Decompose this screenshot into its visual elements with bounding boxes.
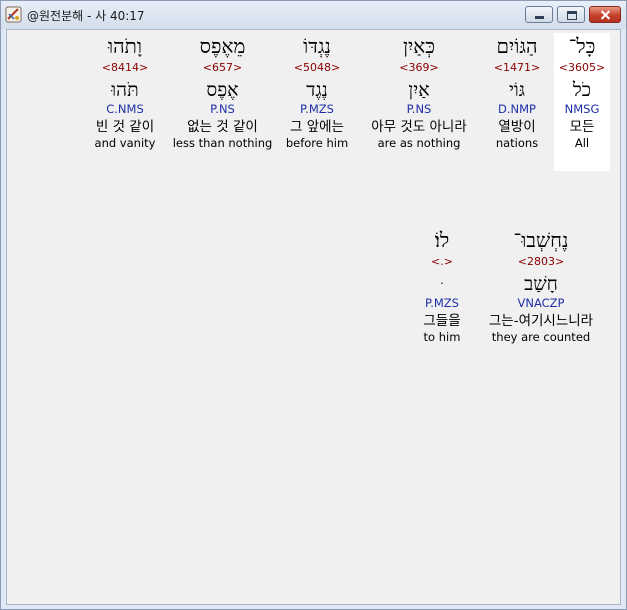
close-button[interactable] xyxy=(589,6,621,23)
word-cell[interactable]: נֶגְדּוֹ <5048> נֶגֶד P.MZS 그 앞에는 before… xyxy=(277,33,357,150)
parsing-code: D.NMP xyxy=(498,102,536,116)
hebrew-word: כָּל־ xyxy=(568,34,596,58)
hebrew-word: לוֹ׃ xyxy=(434,228,450,252)
english-gloss: less than nothing xyxy=(172,136,273,150)
korean-gloss: 없는 것 같이 xyxy=(187,119,258,135)
word-cell[interactable]: כָּל־ <3605> כֹל NMSG 모든 All xyxy=(554,33,610,171)
lemma: אַיִן xyxy=(408,79,430,101)
english-gloss: All xyxy=(574,136,590,150)
lemma: ּ xyxy=(415,272,469,296)
parsing-code: P.MZS xyxy=(300,102,334,116)
lemma: אֶפֶס xyxy=(206,79,239,101)
hebrew-word: מֵאֶפֶס xyxy=(199,34,246,58)
minimize-button[interactable] xyxy=(525,6,553,23)
parsing-code: NMSG xyxy=(564,102,600,116)
parsing-code: P.NS xyxy=(406,102,432,116)
parsing-code: VNACZP xyxy=(517,296,565,310)
korean-gloss: 그들을 xyxy=(423,313,461,329)
word-cell[interactable]: לוֹ׃ <.> ּ P.MZS 그들을 to him xyxy=(415,227,469,344)
title-bar[interactable]: @원전분해 - 사 40:17 xyxy=(1,1,626,29)
parsing-code: C.NMS xyxy=(106,102,144,116)
korean-gloss: 빈 것 같이 xyxy=(95,119,155,135)
parsing-code: P.MZS xyxy=(425,296,459,310)
english-gloss: they are counted xyxy=(491,330,591,344)
word-cell[interactable]: הַגּוֹיִם <1471> גּוֹי D.NMP 열방이 nations xyxy=(481,33,553,150)
window-title: @원전분해 - 사 40:17 xyxy=(27,9,145,23)
lemma: תֹּהוּ xyxy=(111,79,139,101)
strong-number[interactable]: <657> xyxy=(170,61,275,75)
english-gloss: before him xyxy=(285,136,349,150)
lemma: כֹל xyxy=(572,79,592,101)
korean-gloss: 모든 xyxy=(569,119,595,135)
hebrew-word: נֶגְדּוֹ xyxy=(303,34,331,58)
hebrew-word: הַגּוֹיִם xyxy=(496,34,538,58)
korean-gloss: 열방이 xyxy=(498,119,536,135)
strong-number[interactable]: <.> xyxy=(415,255,469,269)
strong-number[interactable]: <369> xyxy=(357,61,481,75)
hebrew-word: כְּאַיִן xyxy=(402,34,436,58)
strong-number[interactable]: <3605> xyxy=(554,61,610,75)
hebrew-word: וָתֹהוּ xyxy=(108,34,142,58)
word-cell[interactable]: וָתֹהוּ <8414> תֹּהוּ C.NMS 빈 것 같이 and v… xyxy=(85,33,165,150)
word-cell[interactable]: כְּאַיִן <369> אַיִן P.NS 아무 것도 아니라 are … xyxy=(357,33,481,150)
english-gloss: are as nothing xyxy=(377,136,461,150)
word-analysis-pane: כָּל־ <3605> כֹל NMSG 모든 All הַגּוֹיִם <… xyxy=(6,29,621,605)
app-window: @원전분해 - 사 40:17 כָּל־ <3605> כֹל NMSG 모든… xyxy=(0,0,627,610)
strong-number[interactable]: <8414> xyxy=(85,61,165,75)
strong-number[interactable]: <5048> xyxy=(277,61,357,75)
lemma: נֶגֶד xyxy=(306,79,328,101)
korean-gloss: 그 앞에는 xyxy=(290,119,344,135)
strong-number[interactable]: <1471> xyxy=(481,61,553,75)
maximize-button[interactable] xyxy=(557,6,585,23)
korean-gloss: 아무 것도 아니라 xyxy=(371,119,467,135)
parsing-code: P.NS xyxy=(210,102,235,116)
word-cell[interactable]: מֵאֶפֶס <657> אֶפֶס P.NS 없는 것 같이 less th… xyxy=(170,33,275,150)
english-gloss: and vanity xyxy=(94,136,156,150)
lemma: גּוֹי xyxy=(508,79,526,101)
strong-number[interactable]: <2803> xyxy=(477,255,605,269)
app-icon xyxy=(5,6,22,23)
hebrew-word: נֶחְשְׁבוּ־ xyxy=(513,228,569,252)
lemma: חָשַׁב xyxy=(524,273,558,295)
english-gloss: to him xyxy=(423,330,461,344)
word-cell[interactable]: נֶחְשְׁבוּ־ <2803> חָשַׁב VNACZP 그는-여기시느… xyxy=(477,227,605,344)
english-gloss: nations xyxy=(495,136,539,150)
korean-gloss: 그는-여기시느니라 xyxy=(488,313,594,329)
